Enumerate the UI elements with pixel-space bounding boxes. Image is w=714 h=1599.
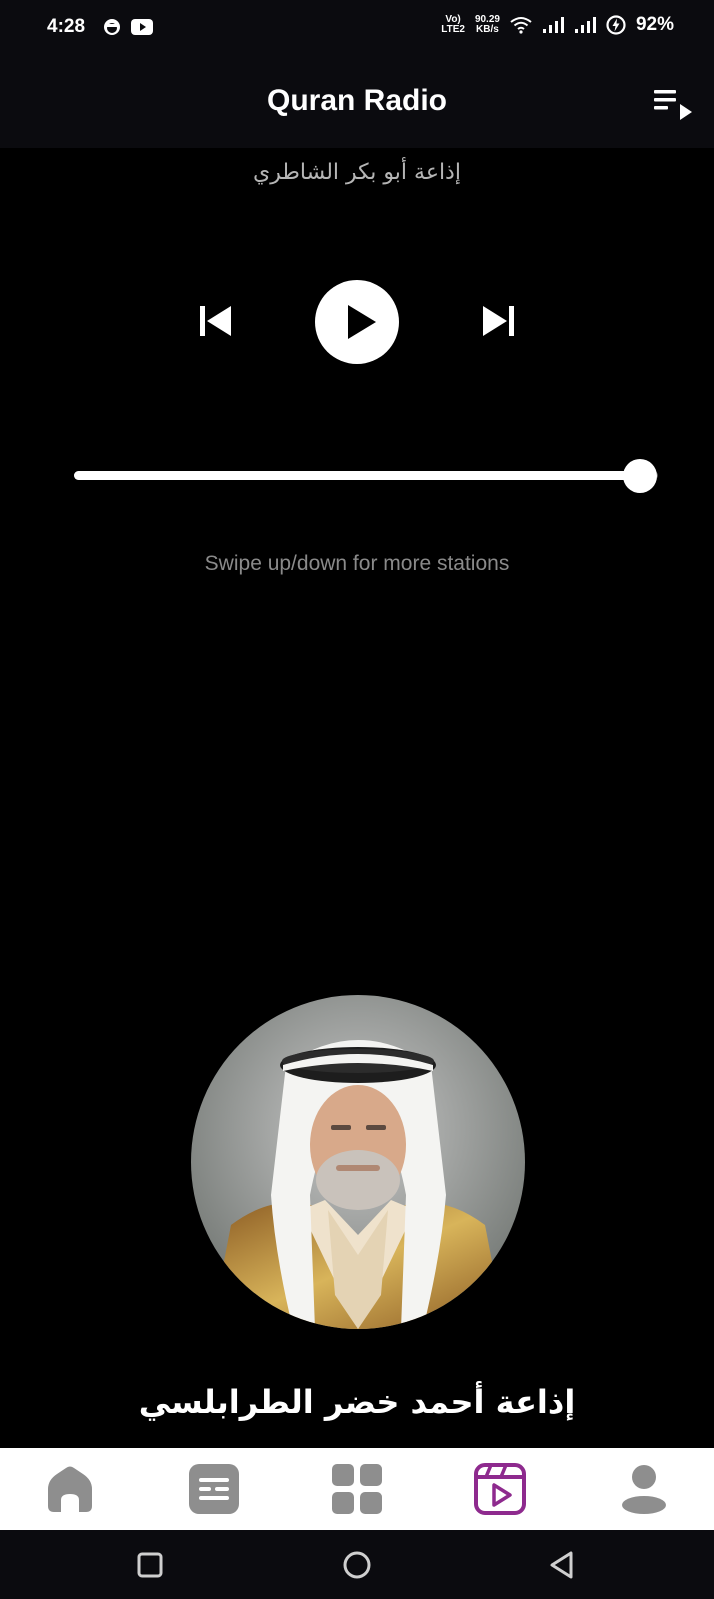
battery-percent: 92% (635, 14, 674, 35)
home-icon[interactable] (43, 1462, 97, 1516)
play-icon (348, 305, 376, 339)
station-reciter-photo[interactable] (191, 995, 525, 1329)
current-station-name: إذاعة أبو بكر الشاطري (253, 160, 461, 185)
grid-icon[interactable] (330, 1462, 384, 1516)
featured-station-name: إذاعة أحمد خضر الطرابلسي (138, 1383, 576, 1421)
profile-icon[interactable] (617, 1462, 671, 1516)
play-button[interactable] (315, 280, 399, 364)
notification-app-icon (104, 19, 120, 35)
youtube-icon (131, 19, 153, 35)
signal-icon-sim2 (574, 17, 596, 33)
network-type-bottom: LTE2 (441, 24, 465, 35)
quran-icon[interactable] (187, 1462, 241, 1516)
playlist-queue-icon[interactable] (652, 86, 696, 122)
player-controls (0, 278, 714, 364)
bottom-navigation (0, 1448, 714, 1530)
page-title: Quran Radio (266, 84, 447, 117)
system-navigation-bar (0, 1530, 714, 1599)
progress-slider[interactable] (74, 459, 658, 493)
signal-icon-sim1 (542, 17, 564, 33)
skip-next-icon[interactable] (480, 304, 516, 338)
app-bar: Quran Radio (0, 56, 714, 148)
slider-thumb[interactable] (623, 459, 658, 493)
recent-apps-icon[interactable] (133, 1548, 167, 1582)
network-speed-unit: KB/s (476, 24, 499, 35)
skip-previous-icon[interactable] (198, 304, 234, 338)
battery-charging-icon (606, 15, 626, 35)
back-icon[interactable] (545, 1548, 579, 1582)
status-bar: 4:28 Vo) LTE2 90.29 KB/s 92% (0, 0, 714, 56)
radio-icon[interactable] (473, 1462, 527, 1516)
swipe-hint: Swipe up/down for more stations (204, 552, 510, 575)
status-time: 4:28 (47, 16, 86, 37)
wifi-icon (510, 17, 532, 34)
home-system-icon[interactable] (340, 1548, 374, 1582)
slider-fill (74, 471, 641, 480)
reciter-portrait-image (191, 995, 525, 1329)
